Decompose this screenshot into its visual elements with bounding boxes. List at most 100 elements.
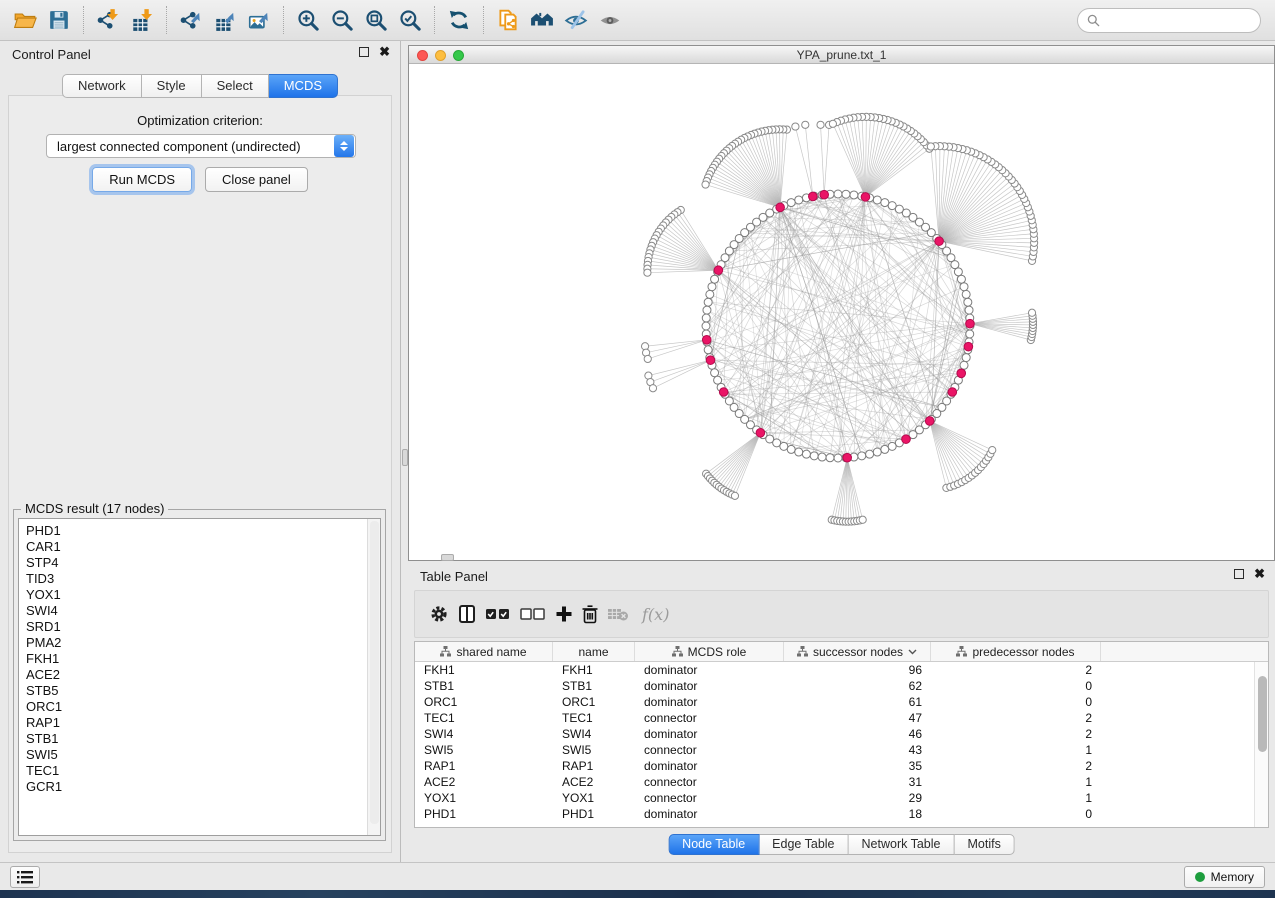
deselect-all-icon[interactable] xyxy=(520,602,546,626)
table-cell[interactable]: 46 xyxy=(784,726,931,742)
scrollbar-thumb[interactable] xyxy=(1258,676,1267,752)
column-header-name[interactable]: name xyxy=(553,642,635,661)
table-cell[interactable]: 35 xyxy=(784,758,931,774)
close-panel-icon[interactable]: ✖ xyxy=(1254,569,1265,579)
table-cell[interactable]: 47 xyxy=(784,710,931,726)
result-node-item[interactable]: SRD1 xyxy=(19,619,366,635)
table-cell[interactable]: connector xyxy=(635,710,784,726)
memory-button[interactable]: Memory xyxy=(1184,866,1265,888)
result-node-item[interactable]: STB1 xyxy=(19,731,366,747)
table-cell[interactable]: RAP1 xyxy=(553,758,635,774)
tab-mcds[interactable]: MCDS xyxy=(269,74,338,98)
open-session-icon[interactable] xyxy=(8,3,42,37)
table-cell[interactable]: FKH1 xyxy=(415,662,553,678)
table-row[interactable]: FKH1FKH1dominator962 xyxy=(415,662,1268,678)
table-cell[interactable]: 61 xyxy=(784,694,931,710)
table-cell[interactable]: SWI4 xyxy=(553,726,635,742)
table-cell[interactable]: 0 xyxy=(931,678,1101,694)
table-cell[interactable]: STB1 xyxy=(553,678,635,694)
result-node-item[interactable]: STP4 xyxy=(19,555,366,571)
table-cell[interactable]: ACE2 xyxy=(415,774,553,790)
table-row[interactable]: TEC1TEC1connector472 xyxy=(415,710,1268,726)
network-canvas[interactable] xyxy=(409,64,1274,560)
tab-network[interactable]: Network xyxy=(62,74,142,98)
table-cell[interactable]: connector xyxy=(635,742,784,758)
table-cell[interactable]: dominator xyxy=(635,662,784,678)
save-session-icon[interactable] xyxy=(42,3,76,37)
table-row[interactable]: ACE2ACE2connector311 xyxy=(415,774,1268,790)
table-row[interactable]: RAP1RAP1dominator352 xyxy=(415,758,1268,774)
result-node-item[interactable]: PHD1 xyxy=(19,523,366,539)
result-node-item[interactable]: FKH1 xyxy=(19,651,366,667)
table-cell[interactable]: 1 xyxy=(931,790,1101,806)
table-cell[interactable]: 2 xyxy=(931,758,1101,774)
tab-select[interactable]: Select xyxy=(202,74,269,98)
table-cell[interactable]: YOX1 xyxy=(415,790,553,806)
table-cell[interactable]: PHD1 xyxy=(553,806,635,822)
zoom-out-icon[interactable] xyxy=(325,3,359,37)
network-window-titlebar[interactable]: YPA_prune.txt_1 xyxy=(409,46,1274,64)
float-panel-icon[interactable] xyxy=(1234,569,1244,579)
table-cell[interactable]: ACE2 xyxy=(553,774,635,790)
table-cell[interactable]: dominator xyxy=(635,758,784,774)
table-cell[interactable]: SWI5 xyxy=(415,742,553,758)
import-table-icon[interactable] xyxy=(125,3,159,37)
table-cell[interactable]: dominator xyxy=(635,806,784,822)
two-houses-icon[interactable] xyxy=(525,3,559,37)
result-node-item[interactable]: ORC1 xyxy=(19,699,366,715)
import-network-icon[interactable] xyxy=(91,3,125,37)
eye-slash-icon[interactable] xyxy=(559,3,593,37)
table-cell[interactable]: PHD1 xyxy=(415,806,553,822)
table-cell[interactable]: 29 xyxy=(784,790,931,806)
zoom-selected-icon[interactable] xyxy=(393,3,427,37)
task-history-button[interactable] xyxy=(10,866,40,888)
table-cell[interactable]: 0 xyxy=(931,694,1101,710)
result-node-item[interactable]: TEC1 xyxy=(19,763,366,779)
table-cell[interactable]: 2 xyxy=(931,662,1101,678)
table-cell[interactable]: 1 xyxy=(931,742,1101,758)
export-network-icon[interactable] xyxy=(174,3,208,37)
table-cell[interactable]: SWI5 xyxy=(553,742,635,758)
gear-icon[interactable] xyxy=(429,602,449,626)
criterion-dropdown[interactable]: largest connected component (undirected) xyxy=(46,134,356,158)
result-node-item[interactable]: PMA2 xyxy=(19,635,366,651)
column-header-shared-name[interactable]: shared name xyxy=(415,642,553,661)
result-node-item[interactable]: YOX1 xyxy=(19,587,366,603)
table-scrollbar[interactable] xyxy=(1254,662,1268,827)
add-column-icon[interactable] xyxy=(555,602,573,626)
table-row[interactable]: STB1STB1dominator620 xyxy=(415,678,1268,694)
result-node-item[interactable]: GCR1 xyxy=(19,779,366,795)
search-box[interactable] xyxy=(1077,8,1261,33)
table-cell[interactable]: RAP1 xyxy=(415,758,553,774)
refresh-icon[interactable] xyxy=(442,3,476,37)
table-cell[interactable]: ORC1 xyxy=(415,694,553,710)
search-input[interactable] xyxy=(1105,13,1251,28)
result-node-item[interactable]: ACE2 xyxy=(19,667,366,683)
table-cell[interactable]: 2 xyxy=(931,726,1101,742)
tab-motifs[interactable]: Motifs xyxy=(954,834,1014,855)
result-list-scrollbar[interactable] xyxy=(367,519,380,835)
table-cell[interactable]: 43 xyxy=(784,742,931,758)
vertical-splitter[interactable] xyxy=(400,41,408,862)
result-node-item[interactable]: STB5 xyxy=(19,683,366,699)
table-cell[interactable]: 2 xyxy=(931,710,1101,726)
table-cell[interactable]: 0 xyxy=(931,806,1101,822)
column-header-MCDS-role[interactable]: MCDS role xyxy=(635,642,784,661)
table-cell[interactable]: STB1 xyxy=(415,678,553,694)
table-cell[interactable]: TEC1 xyxy=(415,710,553,726)
float-panel-icon[interactable] xyxy=(359,47,369,57)
table-cell[interactable]: 18 xyxy=(784,806,931,822)
table-cell[interactable]: ORC1 xyxy=(553,694,635,710)
close-panel-icon[interactable]: ✖ xyxy=(379,47,390,57)
table-row[interactable]: ORC1ORC1dominator610 xyxy=(415,694,1268,710)
tab-network-table[interactable]: Network Table xyxy=(849,834,955,855)
table-row[interactable]: SWI5SWI5connector431 xyxy=(415,742,1268,758)
table-cell[interactable]: dominator xyxy=(635,726,784,742)
zoom-fit-icon[interactable] xyxy=(359,3,393,37)
table-cell[interactable]: 96 xyxy=(784,662,931,678)
table-cell[interactable]: FKH1 xyxy=(553,662,635,678)
table-cell[interactable]: connector xyxy=(635,790,784,806)
table-cell[interactable]: dominator xyxy=(635,678,784,694)
table-cell[interactable]: YOX1 xyxy=(553,790,635,806)
table-cell[interactable]: 31 xyxy=(784,774,931,790)
